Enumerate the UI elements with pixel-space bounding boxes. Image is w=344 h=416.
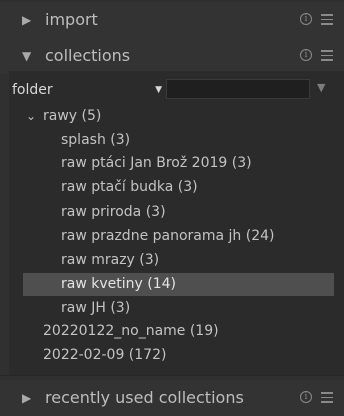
tree-item-label: 2022-02-09 (172) (43, 347, 167, 363)
tree-item-label: raw mrazy (3) (61, 252, 160, 268)
collections-module-header[interactable]: ▼ collections i (0, 38, 344, 74)
presets-menu-icon[interactable] (321, 50, 333, 61)
collection-property-select[interactable]: folder ▼ (12, 80, 162, 100)
tree-item-folder[interactable]: 20220122_no_name (19) (23, 320, 334, 343)
tree-item-label: 20220122_no_name (19) (43, 323, 219, 339)
presets-menu-icon[interactable] (321, 392, 333, 403)
tree-item-label: raw ptačí budka (3) (61, 179, 198, 195)
tree-item-rawy[interactable]: ⌄ rawy (5) (23, 105, 334, 128)
tree-item-child[interactable]: raw ptačí budka (3) (23, 176, 334, 199)
tree-item-child[interactable]: raw priroda (3) (23, 201, 334, 224)
tree-item-label: raw kvetiny (14) (61, 276, 176, 292)
tree-item-selected[interactable]: raw kvetiny (14) (23, 273, 334, 296)
tree-item-child[interactable]: raw prazdne panorama jh (24) (23, 225, 334, 248)
expand-arrow-icon[interactable]: ▶ (22, 380, 31, 416)
collections-module-title[interactable]: collections (45, 38, 130, 74)
presets-menu-icon[interactable] (321, 14, 333, 25)
import-module-header[interactable]: ▶ import i (0, 2, 344, 38)
tree-item-label: raw ptáci Jan Brož 2019 (3) (61, 155, 252, 171)
tree-item-folder[interactable]: 2022-02-09 (172) (23, 344, 334, 367)
tree-item-child[interactable]: raw mrazy (3) (23, 249, 334, 272)
info-icon[interactable]: i (300, 49, 312, 61)
tree-item-child[interactable]: raw ptáci Jan Brož 2019 (3) (23, 152, 334, 175)
dropdown-caret-icon: ▼ (155, 85, 162, 95)
expand-arrow-icon[interactable]: ▶ (22, 2, 31, 38)
tree-item-label: rawy (5) (43, 108, 102, 124)
recently-used-collections-title[interactable]: recently used collections (45, 380, 244, 416)
collection-property-value: folder (12, 82, 53, 98)
tree-item-label: splash (3) (61, 132, 131, 148)
expand-rule-icon[interactable]: ▼ (317, 81, 325, 94)
tree-item-label: raw JH (3) (61, 300, 131, 316)
module-divider (0, 375, 344, 376)
collection-search-input[interactable] (166, 79, 310, 99)
collapse-arrow-icon[interactable]: ▼ (22, 38, 31, 74)
import-module-title[interactable]: import (45, 2, 98, 38)
tree-item-label: raw priroda (3) (61, 204, 166, 220)
tree-item-child[interactable]: splash (3) (23, 129, 334, 152)
info-icon[interactable]: i (300, 391, 312, 403)
recently-used-collections-header[interactable]: ▶ recently used collections i (0, 380, 344, 416)
tree-item-label: raw prazdne panorama jh (24) (61, 228, 275, 244)
chevron-down-icon[interactable]: ⌄ (26, 105, 36, 128)
tree-item-child[interactable]: raw JH (3) (23, 297, 334, 320)
info-icon[interactable]: i (300, 13, 312, 25)
